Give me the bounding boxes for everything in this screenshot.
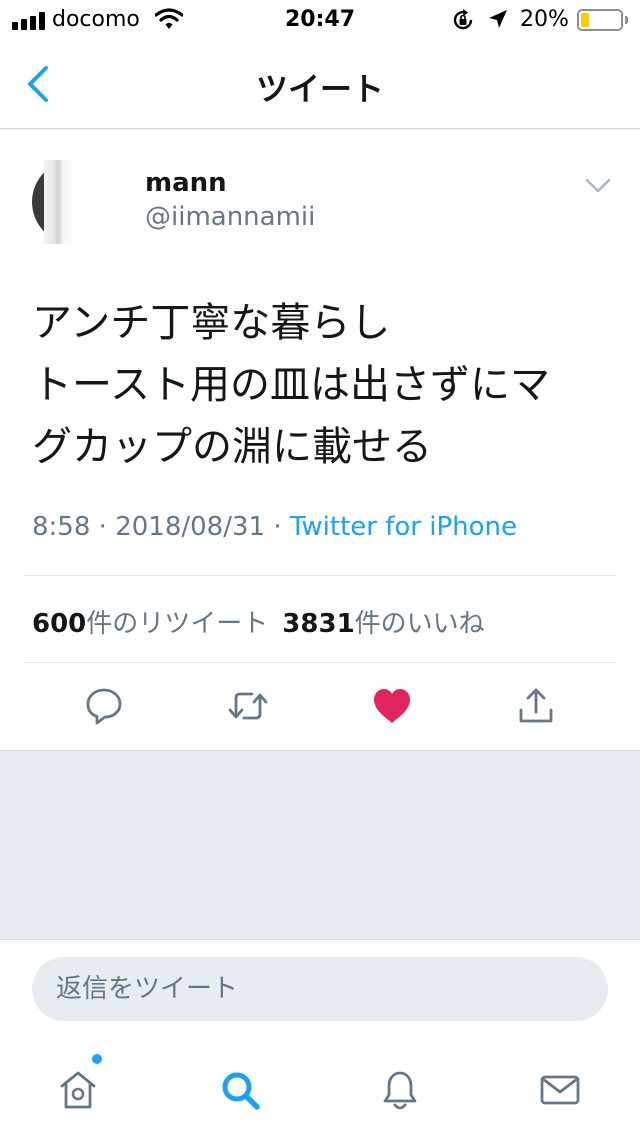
reply-bar	[0, 940, 640, 1040]
user-handle[interactable]: @iimannamii	[145, 202, 315, 232]
reply-icon	[86, 688, 122, 725]
tweet-time: 8:58	[32, 512, 91, 542]
tweet-source-link[interactable]: Twitter for iPhone	[290, 512, 517, 542]
retweets-label: 件のリツイート	[86, 609, 269, 639]
user-display-name[interactable]: mann	[145, 168, 227, 198]
battery-tip	[625, 16, 628, 24]
meta-separator: ·	[98, 512, 107, 542]
likes-label: 件のいいね	[354, 609, 485, 639]
share-icon	[519, 688, 553, 723]
likes-stat[interactable]: 3831件のいいね	[282, 609, 484, 639]
reply-input[interactable]	[32, 957, 608, 1021]
retweet-icon	[228, 692, 268, 720]
messages-envelope-icon	[540, 1075, 580, 1105]
tab-search[interactable]	[212, 1062, 268, 1118]
home-notification-dot	[92, 1054, 102, 1064]
page-title: ツイート	[255, 70, 384, 108]
meta-separator: ·	[273, 512, 282, 542]
retweet-button[interactable]	[226, 684, 270, 728]
retweets-stat[interactable]: 600件のリツイート	[32, 609, 268, 639]
tweet-date: 2018/08/31	[115, 512, 266, 542]
tab-notifications[interactable]	[372, 1062, 428, 1118]
replies-area	[0, 750, 640, 940]
divider	[24, 662, 616, 663]
battery-percent: 20%	[520, 7, 569, 32]
notifications-bell-icon	[383, 1071, 417, 1110]
battery-level-fill	[581, 13, 589, 27]
home-icon	[60, 1071, 96, 1109]
chevron-left-icon	[28, 66, 48, 102]
likes-count: 3831	[282, 609, 355, 639]
search-icon	[222, 1072, 260, 1110]
share-button[interactable]	[514, 684, 558, 728]
reply-button[interactable]	[82, 684, 126, 728]
retweets-count: 600	[32, 609, 87, 639]
like-button[interactable]	[370, 684, 414, 728]
avatar[interactable]	[32, 160, 76, 244]
tweet-timestamp: 8:58 · 2018/08/31 · Twitter for iPhone	[32, 512, 517, 542]
divider	[24, 575, 616, 576]
wifi-icon	[155, 8, 183, 29]
location-arrow-icon	[489, 10, 507, 28]
tab-messages[interactable]	[532, 1062, 588, 1118]
tweet-stats: 600件のリツイート 3831件のいいね	[32, 603, 485, 640]
tweet-text: アンチ丁寧な暮らし トースト用の皿は出さずにマ グカップの淵に載せる	[32, 292, 612, 478]
status-bar: docomo 20:47 20%	[0, 0, 640, 40]
tweet-text-line: トースト用の皿は出さずにマ	[32, 362, 550, 408]
back-button[interactable]	[20, 62, 60, 106]
rotation-lock-icon	[453, 9, 473, 30]
signal-icon	[12, 12, 45, 30]
like-heart-icon	[374, 689, 410, 723]
navigation-bar: ツイート	[0, 40, 640, 129]
tweet-detail-screen: docomo 20:47 20% ツイート mann @iimannamii ア…	[0, 0, 640, 1136]
carrier-name: docomo	[52, 7, 140, 32]
tweet-text-line: グカップの淵に載せる	[32, 424, 432, 470]
battery-icon	[577, 9, 623, 31]
tab-home[interactable]	[50, 1062, 106, 1118]
chevron-down-icon[interactable]	[584, 176, 612, 196]
tweet-text-line: アンチ丁寧な暮らし	[32, 300, 391, 346]
